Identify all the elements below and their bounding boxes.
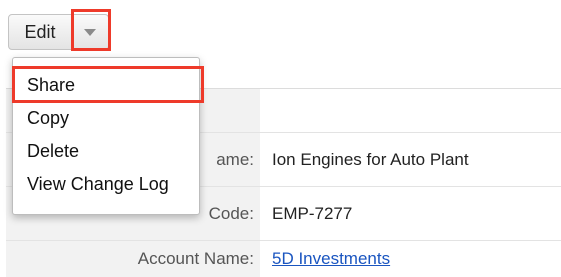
detail-row-account: Account Name: 5D Investments bbox=[6, 240, 561, 277]
code-value: EMP-7277 bbox=[272, 204, 353, 223]
menu-item-view-change-log[interactable]: View Change Log bbox=[27, 170, 169, 198]
account-name-value: 5D Investments bbox=[260, 241, 561, 277]
menu-item-copy[interactable]: Copy bbox=[27, 104, 69, 132]
account-name-label: Account Name: bbox=[6, 241, 260, 277]
name-value: Ion Engines for Auto Plant bbox=[272, 150, 469, 169]
menu-item-delete[interactable]: Delete bbox=[27, 137, 79, 165]
share-highlight-box bbox=[12, 66, 204, 103]
account-name-link[interactable]: 5D Investments bbox=[272, 249, 390, 268]
edit-button[interactable]: Edit bbox=[9, 15, 72, 49]
dropdown-highlight-box bbox=[71, 9, 111, 51]
detail-value-cell bbox=[260, 89, 561, 133]
